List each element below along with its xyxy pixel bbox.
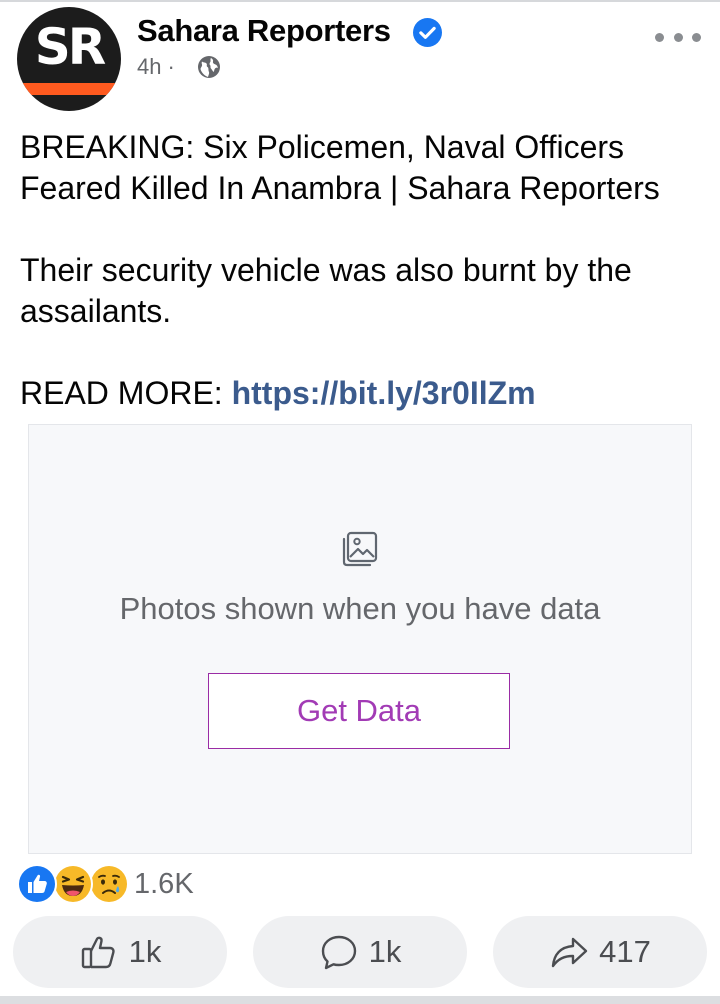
read-more-label: READ MORE: bbox=[20, 375, 232, 411]
top-divider bbox=[0, 0, 720, 2]
comment-button[interactable]: 1k bbox=[253, 916, 467, 988]
haha-icon bbox=[53, 864, 93, 904]
like-button[interactable]: 1k bbox=[13, 916, 227, 988]
like-icon bbox=[17, 864, 57, 904]
post-meta: 4h · bbox=[137, 53, 181, 81]
photo-icon bbox=[342, 531, 378, 567]
post-body: BREAKING: Six Policemen, Naval Officers … bbox=[20, 127, 710, 414]
avatar-logo-stripe bbox=[17, 83, 121, 95]
bottom-divider bbox=[0, 996, 720, 1004]
meta-separator: · bbox=[167, 54, 175, 79]
share-button[interactable]: 417 bbox=[493, 916, 707, 988]
read-more-link[interactable]: https://bit.ly/3r0IlZm bbox=[232, 375, 536, 411]
share-icon bbox=[551, 937, 588, 968]
verified-badge-icon bbox=[413, 18, 442, 47]
photos-data-message: Photos shown when you have data bbox=[119, 591, 601, 626]
globe-icon bbox=[198, 56, 220, 78]
share-count: 417 bbox=[599, 934, 651, 969]
photo-placeholder: Photos shown when you have data Get Data bbox=[28, 424, 692, 854]
post-headline: BREAKING: Six Policemen, Naval Officers … bbox=[20, 129, 660, 206]
sad-icon bbox=[89, 864, 129, 904]
page-avatar[interactable]: SR bbox=[17, 7, 121, 111]
comment-count: 1k bbox=[368, 934, 402, 969]
comment-icon bbox=[321, 935, 356, 970]
more-options-button[interactable] bbox=[655, 24, 701, 50]
get-data-button[interactable]: Get Data bbox=[208, 673, 510, 749]
feed-post: SR Sahara Reporters 4h · BREAKING: Six Po… bbox=[0, 0, 720, 1004]
thumbs-up-icon bbox=[81, 936, 115, 969]
like-count: 1k bbox=[128, 934, 162, 969]
dot-icon bbox=[673, 32, 683, 42]
page-name[interactable]: Sahara Reporters bbox=[137, 12, 391, 50]
post-time[interactable]: 4h bbox=[137, 54, 161, 79]
reaction-count[interactable]: 1.6K bbox=[134, 866, 194, 902]
dot-icon bbox=[692, 32, 701, 42]
avatar-logo-text: SR bbox=[34, 18, 107, 76]
dot-icon bbox=[655, 32, 664, 42]
read-more-line: READ MORE: https://bit.ly/3r0IlZm bbox=[20, 373, 710, 414]
post-paragraph: Their security vehicle was also burnt by… bbox=[20, 252, 632, 329]
